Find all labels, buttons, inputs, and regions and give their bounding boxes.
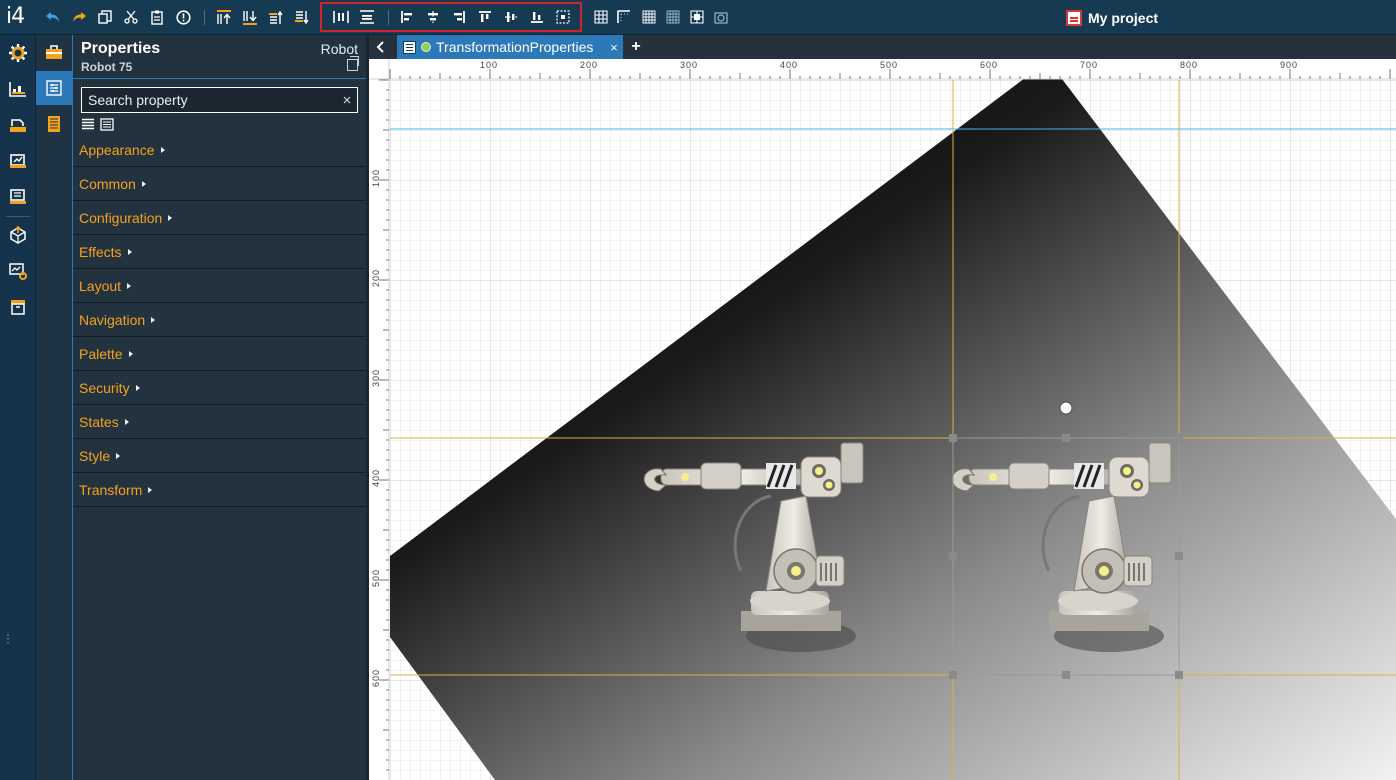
- app-logo: i4: [6, 4, 25, 29]
- bring-forward-icon[interactable]: [267, 8, 285, 26]
- panel-title: Properties: [81, 40, 161, 57]
- align-left-icon[interactable]: [398, 8, 416, 26]
- info-icon[interactable]: [174, 8, 192, 26]
- ruler-x-label: 200: [580, 60, 598, 70]
- collapse-panel-button[interactable]: [369, 35, 393, 59]
- ruler-x-label: 400: [780, 60, 798, 70]
- properties-icon[interactable]: [36, 71, 72, 105]
- property-categories: Appearance Common Configuration Effects …: [73, 133, 367, 507]
- selected-object-name: Robot 75: [81, 60, 133, 74]
- category-transform[interactable]: Transform: [73, 473, 367, 507]
- view-toggle: [81, 118, 114, 131]
- ruler-x-label: 500: [880, 60, 898, 70]
- tab-label: TransformationProperties: [436, 39, 594, 55]
- send-to-back-icon[interactable]: [241, 8, 259, 26]
- toolbar-separator: [388, 10, 389, 25]
- ruler-x-label: 300: [680, 60, 698, 70]
- chevron-left-icon: [376, 41, 384, 53]
- hmi-icon[interactable]: [8, 115, 28, 135]
- bring-to-front-icon[interactable]: [215, 8, 233, 26]
- document-tab-bar: TransformationProperties × +: [369, 35, 1396, 59]
- grid-dots-icon[interactable]: [664, 8, 682, 26]
- monitor-icon[interactable]: [8, 261, 28, 281]
- category-states[interactable]: States: [73, 405, 367, 439]
- distribute-vertical-icon[interactable]: [358, 8, 376, 26]
- toolbar-separator: [204, 10, 205, 25]
- copy-name-icon[interactable]: [347, 56, 359, 71]
- align-center-icon[interactable]: [424, 8, 442, 26]
- ruler-y-label: 300: [371, 369, 381, 387]
- copy-icon[interactable]: [96, 8, 114, 26]
- dashboard-icon[interactable]: [8, 79, 28, 99]
- project-icon: [1066, 10, 1082, 26]
- devices-icon[interactable]: [8, 187, 28, 207]
- deploy-icon[interactable]: [8, 225, 28, 245]
- ruler-y-label: 600: [371, 669, 381, 687]
- reports-icon[interactable]: [8, 151, 28, 171]
- grid-dense-icon[interactable]: [640, 8, 658, 26]
- align-bottom-icon[interactable]: [528, 8, 546, 26]
- snap-grid-icon[interactable]: [688, 8, 706, 26]
- ruler-x-label: 600: [980, 60, 998, 70]
- category-palette[interactable]: Palette: [73, 337, 367, 371]
- snap-corner-icon[interactable]: [615, 8, 633, 26]
- send-backward-icon[interactable]: [293, 8, 311, 26]
- ruler-x-label: 700: [1080, 60, 1098, 70]
- add-tab-button[interactable]: +: [627, 35, 645, 59]
- project-title[interactable]: My project: [1066, 8, 1158, 28]
- toolbox-icon[interactable]: [36, 35, 72, 69]
- panel-divider: [73, 78, 367, 79]
- category-navigation[interactable]: Navigation: [73, 303, 367, 337]
- redo-icon[interactable]: [70, 8, 88, 26]
- close-tab-icon[interactable]: ×: [605, 40, 623, 55]
- ruler-x-label: 900: [1280, 60, 1298, 70]
- rail-resize-handle[interactable]: · · ·: [6, 628, 10, 648]
- category-effects[interactable]: Effects: [73, 235, 367, 269]
- paste-icon[interactable]: [148, 8, 166, 26]
- design-canvas[interactable]: 100 200 300 400 500 600 700 800 900 100 …: [369, 59, 1396, 780]
- category-security[interactable]: Security: [73, 371, 367, 405]
- layers-icon[interactable]: [36, 107, 72, 141]
- property-search: ×: [81, 87, 358, 113]
- settings-icon[interactable]: [8, 43, 28, 63]
- search-input[interactable]: [88, 92, 337, 108]
- ruler-x-label: 100: [480, 60, 498, 70]
- undo-icon[interactable]: [44, 8, 62, 26]
- align-top-icon[interactable]: [476, 8, 494, 26]
- align-middle-icon[interactable]: [502, 8, 520, 26]
- category-appearance[interactable]: Appearance: [73, 133, 367, 167]
- align-right-icon[interactable]: [450, 8, 468, 26]
- panel-switcher: [36, 35, 72, 780]
- rotate-handle[interactable]: [1059, 401, 1073, 415]
- clear-search-icon[interactable]: ×: [337, 92, 357, 109]
- list-view-icon[interactable]: [81, 118, 95, 131]
- category-configuration[interactable]: Configuration: [73, 201, 367, 235]
- tab-transformation-properties[interactable]: TransformationProperties ×: [397, 35, 623, 59]
- ruler-y-label: 100: [371, 169, 381, 187]
- rail-separator: [6, 216, 30, 217]
- ruler-y-label: 500: [371, 569, 381, 587]
- snap-object-icon[interactable]: [712, 8, 730, 26]
- category-layout[interactable]: Layout: [73, 269, 367, 303]
- category-view-icon[interactable]: [100, 118, 114, 131]
- grid-icon[interactable]: [592, 8, 610, 26]
- project-name: My project: [1088, 10, 1159, 26]
- canvas-drawing: 100 200 300 400 500 600 700 800 900 100 …: [369, 59, 1396, 780]
- ruler-y-label: 200: [371, 269, 381, 287]
- properties-panel: Properties Robot 75 Robot × Appearance C…: [72, 35, 367, 780]
- ruler-y-label: 400: [371, 469, 381, 487]
- tab-status-dot: [421, 42, 431, 52]
- ruler-x-label: 800: [1180, 60, 1198, 70]
- align-to-selection-icon[interactable]: [554, 8, 572, 26]
- screen-icon: [403, 40, 416, 54]
- top-toolbar: i4 My project: [0, 0, 1396, 35]
- archive-icon[interactable]: [8, 297, 28, 317]
- cut-icon[interactable]: [122, 8, 140, 26]
- category-common[interactable]: Common: [73, 167, 367, 201]
- category-style[interactable]: Style: [73, 439, 367, 473]
- distribute-horizontal-icon[interactable]: [332, 8, 350, 26]
- left-nav-rail: · · ·: [0, 35, 36, 780]
- selected-object-type: Robot: [320, 41, 358, 57]
